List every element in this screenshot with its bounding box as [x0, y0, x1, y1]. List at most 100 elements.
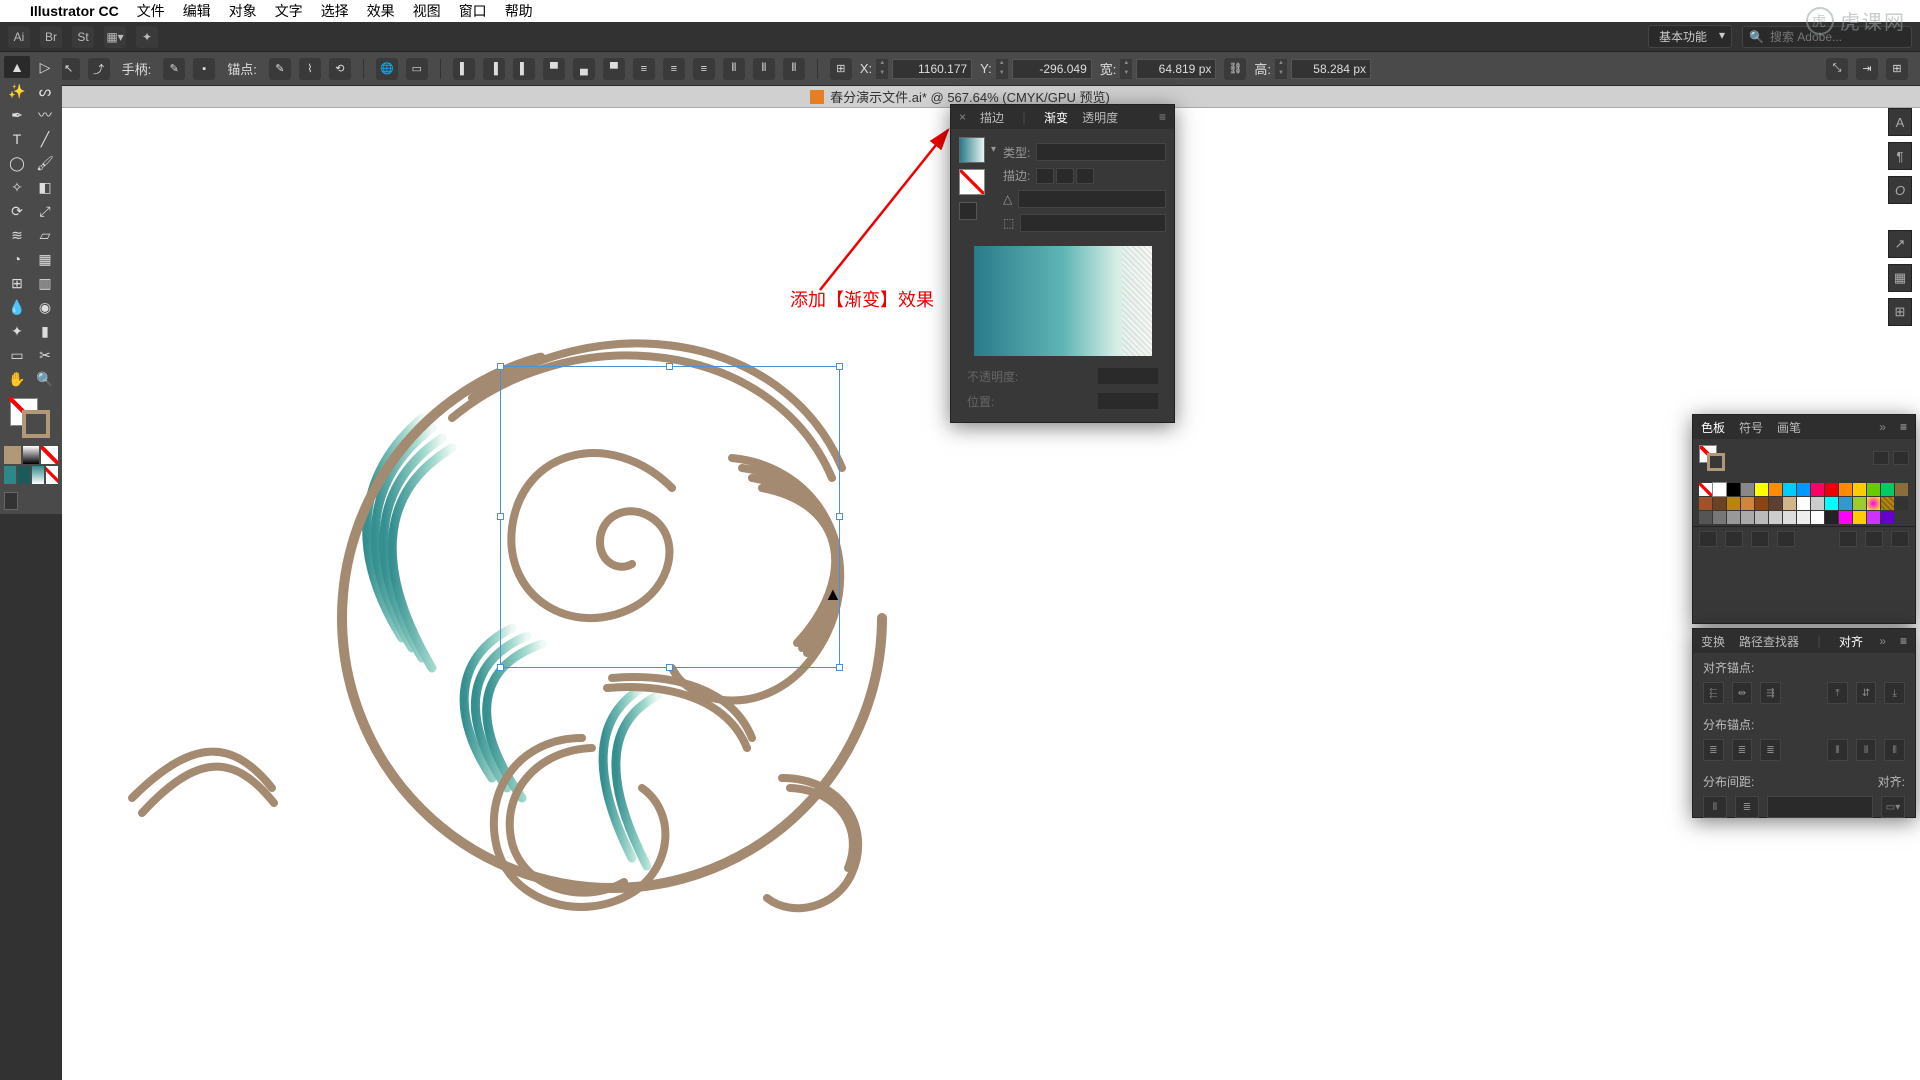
color-mode-gradient[interactable]: [23, 446, 40, 464]
align-to-selector[interactable]: ▭▾: [1881, 796, 1905, 818]
handle-icon-2[interactable]: ▪: [193, 58, 215, 80]
align-r-icon[interactable]: ▌: [513, 58, 535, 80]
menu-help[interactable]: 帮助: [505, 1, 533, 21]
screen-mode[interactable]: [4, 492, 18, 510]
h-stepper[interactable]: ▲▼: [1275, 59, 1287, 79]
type-tool[interactable]: T: [4, 128, 30, 150]
gpu-icon[interactable]: ✦: [136, 26, 158, 48]
dist-vspace-icon[interactable]: ⦀: [1703, 796, 1727, 818]
app-icon[interactable]: Ai: [8, 26, 30, 48]
menu-file[interactable]: 文件: [137, 1, 165, 21]
fill-stroke-indicator[interactable]: [4, 396, 58, 444]
shaper-tool[interactable]: ✧: [4, 176, 30, 198]
symbol-sprayer-tool[interactable]: ✦: [4, 320, 30, 342]
align-hcenter-icon[interactable]: ⇹: [1732, 682, 1753, 704]
list-view-icon[interactable]: [1873, 451, 1889, 465]
align-c-icon[interactable]: ▐: [483, 58, 505, 80]
selection-box[interactable]: [500, 366, 840, 668]
x-input[interactable]: [892, 59, 972, 79]
gradient-preview[interactable]: [974, 246, 1152, 356]
stock-icon[interactable]: St: [72, 26, 94, 48]
sw-options-icon[interactable]: [1777, 531, 1795, 547]
tab-align[interactable]: 对齐: [1839, 633, 1863, 650]
align-bottom-icon[interactable]: ⤓: [1884, 682, 1905, 704]
panel-menu-icon[interactable]: ≡: [1159, 110, 1166, 124]
w-input[interactable]: [1136, 59, 1216, 79]
dist-v1-icon[interactable]: ⦀: [723, 58, 745, 80]
dist-spacing-input[interactable]: [1767, 796, 1873, 818]
more-icon[interactable]: ⊞: [1886, 58, 1908, 80]
align-m-icon[interactable]: ▄: [573, 58, 595, 80]
collapsed-para-icon[interactable]: ¶: [1888, 142, 1912, 170]
sw-cloud-icon[interactable]: [1751, 531, 1769, 547]
line-tool[interactable]: ╱: [32, 128, 58, 150]
collapsed-glyph-icon[interactable]: O: [1888, 176, 1912, 204]
sw-new-icon[interactable]: [1865, 531, 1883, 547]
grad-type-select[interactable]: [1036, 143, 1166, 161]
y-stepper[interactable]: ▲▼: [996, 59, 1008, 79]
scale-tool[interactable]: ⤢: [32, 200, 58, 222]
menu-view[interactable]: 视图: [413, 1, 441, 21]
dist-v3-icon[interactable]: ⦀: [783, 58, 805, 80]
bridge-icon[interactable]: Br: [40, 26, 62, 48]
dist-v2-icon[interactable]: ⦀: [753, 58, 775, 80]
sw-menu-icon[interactable]: [1725, 531, 1743, 547]
sw-delete-icon[interactable]: [1891, 531, 1909, 547]
tab-pathfinder[interactable]: 路径查找器: [1739, 633, 1799, 650]
align-right-icon[interactable]: ⇶: [1760, 682, 1781, 704]
dist-hspace-icon[interactable]: ≣: [1735, 796, 1759, 818]
arrange-icon[interactable]: ▦▾: [104, 26, 126, 48]
lasso-tool[interactable]: ᔕ: [32, 80, 58, 102]
free-transform-tool[interactable]: ▱: [32, 224, 58, 246]
link-wh-icon[interactable]: ⛓: [1224, 58, 1246, 80]
dist-left-icon[interactable]: ⦀: [1827, 739, 1848, 761]
rotate-tool[interactable]: ⟳: [4, 200, 30, 222]
align-l-icon[interactable]: ▌: [453, 58, 475, 80]
gradient-swatch[interactable]: [959, 137, 985, 163]
isolate-icon[interactable]: ⤡: [1826, 58, 1848, 80]
graph-tool[interactable]: ▮: [32, 320, 58, 342]
direct-selection-tool[interactable]: ▷: [32, 56, 58, 78]
reference-point-icon[interactable]: ⊞: [830, 58, 852, 80]
paintbrush-tool[interactable]: 🖌: [32, 152, 58, 174]
blend-tool[interactable]: ◉: [32, 296, 58, 318]
eyedropper-tool[interactable]: 💧: [4, 296, 30, 318]
align-top-icon[interactable]: ⤒: [1827, 682, 1848, 704]
menu-text[interactable]: 文字: [275, 1, 303, 21]
dist-top-icon[interactable]: ≣: [1703, 739, 1724, 761]
width-tool[interactable]: ≋: [4, 224, 30, 246]
gradient-tool[interactable]: ▥: [32, 272, 58, 294]
menu-window[interactable]: 窗口: [459, 1, 487, 21]
tab-transparency[interactable]: 透明度: [1082, 109, 1118, 126]
dist-h2-icon[interactable]: ≡: [663, 58, 685, 80]
color-mode-none[interactable]: [41, 446, 58, 464]
tab-symbols[interactable]: 符号: [1739, 419, 1763, 436]
collapsed-export-icon[interactable]: ↗: [1888, 230, 1912, 258]
grad-angle-input[interactable]: [1018, 190, 1166, 208]
tab-transform[interactable]: 变换: [1701, 633, 1725, 650]
bounds-icon[interactable]: ▭: [406, 58, 428, 80]
collapsed-lib-icon[interactable]: ⊞: [1888, 298, 1912, 326]
grid-view-icon[interactable]: [1893, 451, 1909, 465]
align-left-icon[interactable]: ⬱: [1703, 682, 1724, 704]
dist-vcenter-icon[interactable]: ≣: [1732, 739, 1753, 761]
tab-gradient[interactable]: 渐变: [1044, 109, 1068, 126]
dist-hcenter-icon[interactable]: ⦀: [1856, 739, 1877, 761]
dist-h3-icon[interactable]: ≡: [693, 58, 715, 80]
curvature-tool[interactable]: 〰: [32, 104, 58, 126]
shape-builder-tool[interactable]: ◔: [4, 248, 30, 270]
gradient-reverse-icon[interactable]: [959, 202, 977, 220]
anchor-icon-2[interactable]: ⌇: [299, 58, 321, 80]
tab-swatches[interactable]: 色板: [1701, 419, 1725, 436]
swatches-menu-icon[interactable]: ≡: [1900, 420, 1907, 434]
artboard-tool[interactable]: ▭: [4, 344, 30, 366]
ellipse-tool[interactable]: ◯: [4, 152, 30, 174]
y-input[interactable]: [1012, 59, 1092, 79]
magic-wand-tool[interactable]: ✨: [4, 80, 30, 102]
x-stepper[interactable]: ▲▼: [876, 59, 888, 79]
pen-tool[interactable]: ✒: [4, 104, 30, 126]
perspective-tool[interactable]: ▦: [32, 248, 58, 270]
tab-stroke[interactable]: 描边: [980, 109, 1004, 126]
panel-close-icon[interactable]: ×: [959, 110, 966, 124]
handle-icon-1[interactable]: ✎: [163, 58, 185, 80]
